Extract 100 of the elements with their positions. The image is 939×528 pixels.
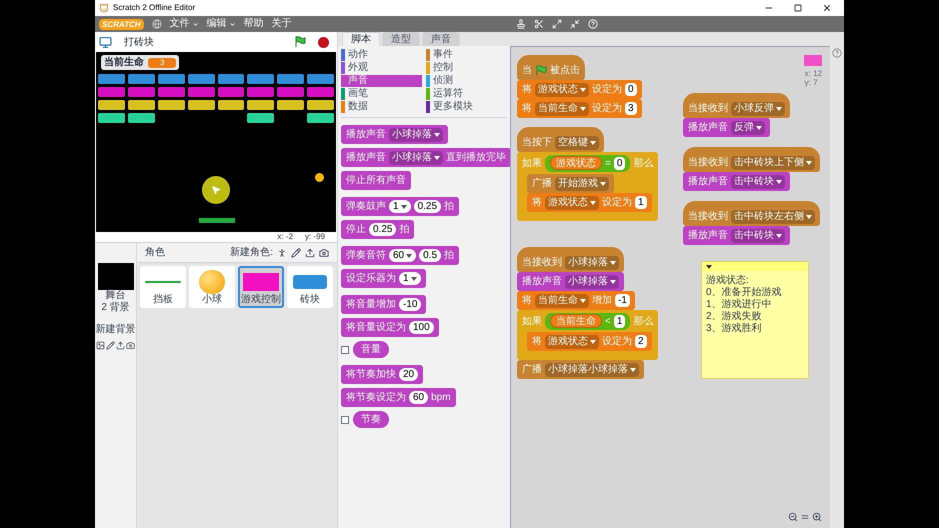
dropdown-field[interactable]: 60 [389,249,416,262]
stamp-icon[interactable] [516,19,526,29]
if-block[interactable]: 如果 当前生命 < 1 那么 将 游戏状态 设定为 2 [517,310,658,360]
grow-icon[interactable] [552,19,562,29]
code-block[interactable]: 将 游戏状态 设定为 2 [527,332,652,351]
hat-block[interactable]: 当接收到 小球反弹 [683,93,790,118]
number-field[interactable]: 0 [614,156,626,170]
code-block[interactable]: 停止 0.25 拍 [341,220,414,239]
code-block[interactable]: 广播 开始游戏 [527,174,614,193]
person-icon[interactable] [277,248,287,258]
comment-note[interactable]: 游戏状态: 0、准备开始游戏 1、游戏进行中 2、游戏失败 3、游戏胜利 [701,261,809,379]
number-field[interactable]: 3 [625,102,637,115]
sprite-tile[interactable]: 砖块 [287,266,333,308]
number-field[interactable]: -1 [615,294,630,307]
image-icon[interactable] [96,341,105,350]
category-button[interactable]: 画笔 [341,88,422,100]
hat-block[interactable]: 当接收到 击中砖块左右侧 [683,201,820,226]
reporter-block[interactable]: 音量 [353,341,389,358]
zoom-in-icon[interactable] [812,512,822,522]
checkbox[interactable] [341,346,349,354]
pencil-icon[interactable] [106,341,115,350]
stage-thumbnail[interactable] [98,263,134,290]
checkbox[interactable] [341,416,349,424]
code-block[interactable]: 播放声音 击中砖块 [683,226,790,245]
number-field[interactable]: 0.25 [414,200,442,213]
upload-icon[interactable] [305,248,315,258]
dropdown-field[interactable]: 空格键 [555,136,599,150]
dropdown-field[interactable]: 游戏状态 [545,196,599,210]
tab[interactable]: 声音 [422,32,460,46]
reporter-block[interactable]: 节奏 [353,411,389,428]
camera-icon[interactable] [319,248,329,258]
stop-icon[interactable] [318,36,329,48]
zoom-out-icon[interactable] [788,512,798,522]
hat-block[interactable]: 当接收到 小球掉落 [517,247,624,272]
code-block[interactable]: 广播 小球掉落小球掉落 [517,360,644,379]
number-field[interactable]: 1 [614,314,626,328]
language-icon[interactable] [152,19,162,29]
code-block[interactable]: 弹奏鼓声 1 0.25 拍 [341,197,460,216]
dropdown-field[interactable]: 击中砖块上下侧 [731,156,815,170]
camera-icon[interactable] [126,341,135,350]
code-block[interactable]: 将音量设定为 100 [341,318,439,337]
number-field[interactable]: 0 [625,83,637,96]
menu-item[interactable]: 帮助 [244,19,264,29]
dropdown-field[interactable]: 当前生命 [535,294,589,308]
sprite-tile[interactable]: 游戏控制 [238,266,284,308]
dropdown-field[interactable]: 小球掉落 [565,256,619,270]
code-block[interactable]: 将 当前生命 设定为 3 [517,99,642,118]
close-icon[interactable] [822,3,832,13]
code-block[interactable]: 将 游戏状态 设定为 0 [517,80,642,99]
number-field[interactable]: 100 [409,321,434,334]
condition-block[interactable]: 当前生命 < 1 [545,312,630,330]
hat-block[interactable]: 当接收到 击中砖块上下侧 [683,147,820,172]
number-field[interactable]: 2 [635,335,647,348]
menu-item[interactable]: 关于 [272,19,292,29]
category-button[interactable]: 数据 [341,101,422,113]
code-block[interactable]: 播放声音 小球掉落 [341,125,448,144]
code-block[interactable]: 将节奏加快 20 [341,365,424,384]
code-block[interactable]: 弹奏音符 60 0.5 拍 [341,246,460,265]
code-block[interactable]: 播放声音 小球掉落 [517,272,624,291]
number-field[interactable]: -10 [399,298,422,311]
sprite-tile[interactable]: 小球 [189,266,235,308]
dropdown-field[interactable]: 小球掉落 [565,274,619,288]
code-block[interactable]: 停止所有声音 [341,171,411,190]
if-block[interactable]: 如果 游戏状态 = 0 那么 广播 开始游戏 将 游戏状态 设定为 1 [517,152,658,221]
code-block[interactable]: 将音量增加 -10 [341,295,426,314]
dropdown-field[interactable]: 击中砖块 [731,228,785,242]
dropdown-field[interactable]: 小球掉落小球掉落 [545,362,639,376]
code-block[interactable]: 设定乐器为 1 [341,269,426,288]
tab[interactable]: 造型 [382,32,420,46]
code-block[interactable]: 播放声音 小球掉落 直到播放完毕 [341,148,510,167]
menu-item[interactable]: 文件 [170,19,199,29]
dropdown-field[interactable]: 反弹 [731,120,765,134]
help-icon[interactable] [832,48,842,58]
dropdown-field[interactable]: 击中砖块 [731,174,785,188]
dropdown-field[interactable]: 击中砖块左右侧 [731,210,815,224]
category-button[interactable]: 动作 [341,49,422,61]
flag-icon[interactable] [294,36,306,48]
code-block[interactable]: 将节奏设定为 60 bpm [341,388,456,407]
dropdown-field[interactable]: 小球掉落 [389,150,443,164]
code-block[interactable]: 播放声音 击中砖块 [683,172,790,191]
dropdown-field[interactable]: 开始游戏 [555,176,609,190]
number-field[interactable]: 60 [409,391,428,404]
dropdown-field[interactable]: 小球反弹 [731,102,785,116]
number-field[interactable]: 0.5 [419,249,442,262]
maximize-icon[interactable] [794,4,802,12]
dropdown-field[interactable]: 游戏状态 [535,82,589,96]
tab[interactable]: 脚本 [342,32,380,46]
code-block[interactable]: 将 游戏状态 设定为 1 [527,193,652,212]
presentation-mode-icon[interactable] [99,36,112,48]
sprite-tile[interactable]: 挡板 [140,266,186,308]
condition-block[interactable]: 游戏状态 = 0 [545,154,630,172]
dropdown-field[interactable]: 1 [399,272,421,285]
dropdown-field[interactable]: 当前生命 [535,102,589,116]
number-field[interactable]: 1 [635,196,647,209]
dropdown-field[interactable]: 游戏状态 [545,334,599,348]
category-button[interactable]: 声音 [341,75,422,87]
code-block[interactable]: 将 当前生命 增加 -1 [517,291,635,310]
shrink-icon[interactable] [570,19,580,29]
collapse-icon[interactable] [706,264,712,268]
scissors-icon[interactable] [534,19,544,29]
